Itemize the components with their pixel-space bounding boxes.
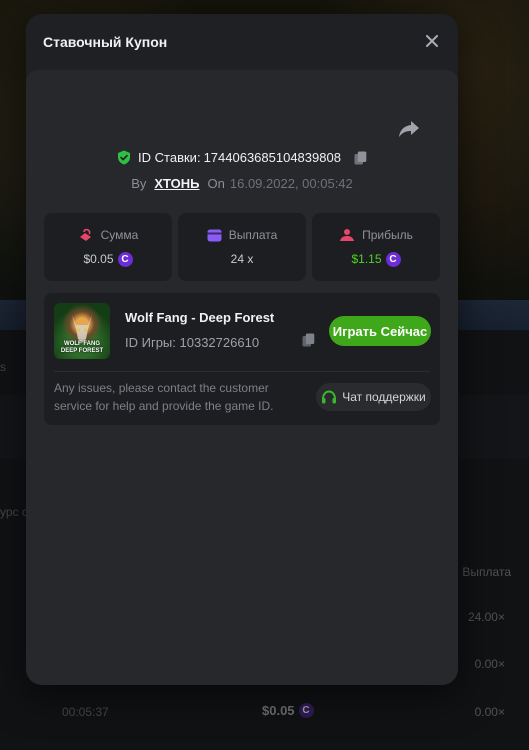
stat-profit-value: $1.15 xyxy=(351,252,382,266)
support-chat-button[interactable]: Чат поддержки xyxy=(316,383,431,411)
amount-icon xyxy=(79,228,91,241)
bet-id-label: ID Ставки: xyxy=(138,150,201,165)
headset-icon xyxy=(322,389,337,403)
coin-icon: C xyxy=(117,251,133,267)
support-hint-text: Any issues, please contact the customer … xyxy=(54,381,274,413)
copy-bet-id-button[interactable] xyxy=(354,151,367,165)
verified-shield-icon xyxy=(118,150,131,165)
game-name[interactable]: Wolf Fang - Deep Forest xyxy=(125,310,274,325)
thumbnail-caption: WOLF FANG DEEP FOREST xyxy=(60,341,104,354)
play-now-button[interactable]: Играть Сейчас xyxy=(329,316,431,346)
close-icon xyxy=(426,35,438,47)
stat-payout-label: Выплата xyxy=(228,228,278,242)
bet-stats: Сумма $0.05 C Выплата 24 x Прибыль $1.15… xyxy=(44,213,440,281)
profit-icon xyxy=(340,228,355,241)
stat-amount: Сумма $0.05 C xyxy=(44,213,172,281)
stat-payout: Выплата 24 x xyxy=(178,213,306,281)
game-id-label: ID Игры: xyxy=(125,335,176,350)
stat-profit-label: Прибыль xyxy=(362,227,413,242)
coupon-body: ID Ставки: 1744063685104839808 By ХТОНЬ … xyxy=(26,70,458,685)
bet-author-row: By ХТОНЬ On 16.09.2022, 00:05:42 xyxy=(26,176,458,191)
username-link[interactable]: ХТОНЬ xyxy=(154,176,199,191)
support-chat-label: Чат поддержки xyxy=(342,390,426,404)
stat-payout-value: 24 x xyxy=(230,252,254,266)
divider xyxy=(54,371,430,372)
game-card: WOLF FANG DEEP FOREST Wolf Fang - Deep F… xyxy=(44,293,440,425)
game-id-value: 10332726610 xyxy=(179,335,260,350)
on-label: On xyxy=(207,176,225,191)
share-button[interactable] xyxy=(398,119,422,141)
wallet-icon xyxy=(207,229,222,241)
copy-icon xyxy=(302,333,315,347)
coin-icon: C xyxy=(385,251,401,267)
game-id: ID Игры: 10332726610 xyxy=(125,335,259,350)
close-button[interactable] xyxy=(422,31,442,51)
stat-amount-label: Сумма xyxy=(100,227,139,242)
bet-coupon-modal: Ставочный Купон ID Ставки: 1744063685104… xyxy=(26,14,458,685)
modal-title: Ставочный Купон xyxy=(43,34,168,50)
stat-amount-value: $0.05 xyxy=(83,252,114,266)
stat-profit: Прибыль $1.15 C xyxy=(312,213,440,281)
by-label: By xyxy=(131,176,147,191)
copy-icon xyxy=(354,151,367,164)
bet-id-row: ID Ставки: 1744063685104839808 xyxy=(26,150,458,165)
bet-date: 16.09.2022, 00:05:42 xyxy=(229,176,353,191)
share-icon xyxy=(399,121,419,137)
copy-game-id-button[interactable] xyxy=(302,333,315,352)
bet-id-value: 1744063685104839808 xyxy=(203,150,341,165)
game-thumbnail[interactable]: WOLF FANG DEEP FOREST xyxy=(54,303,110,359)
